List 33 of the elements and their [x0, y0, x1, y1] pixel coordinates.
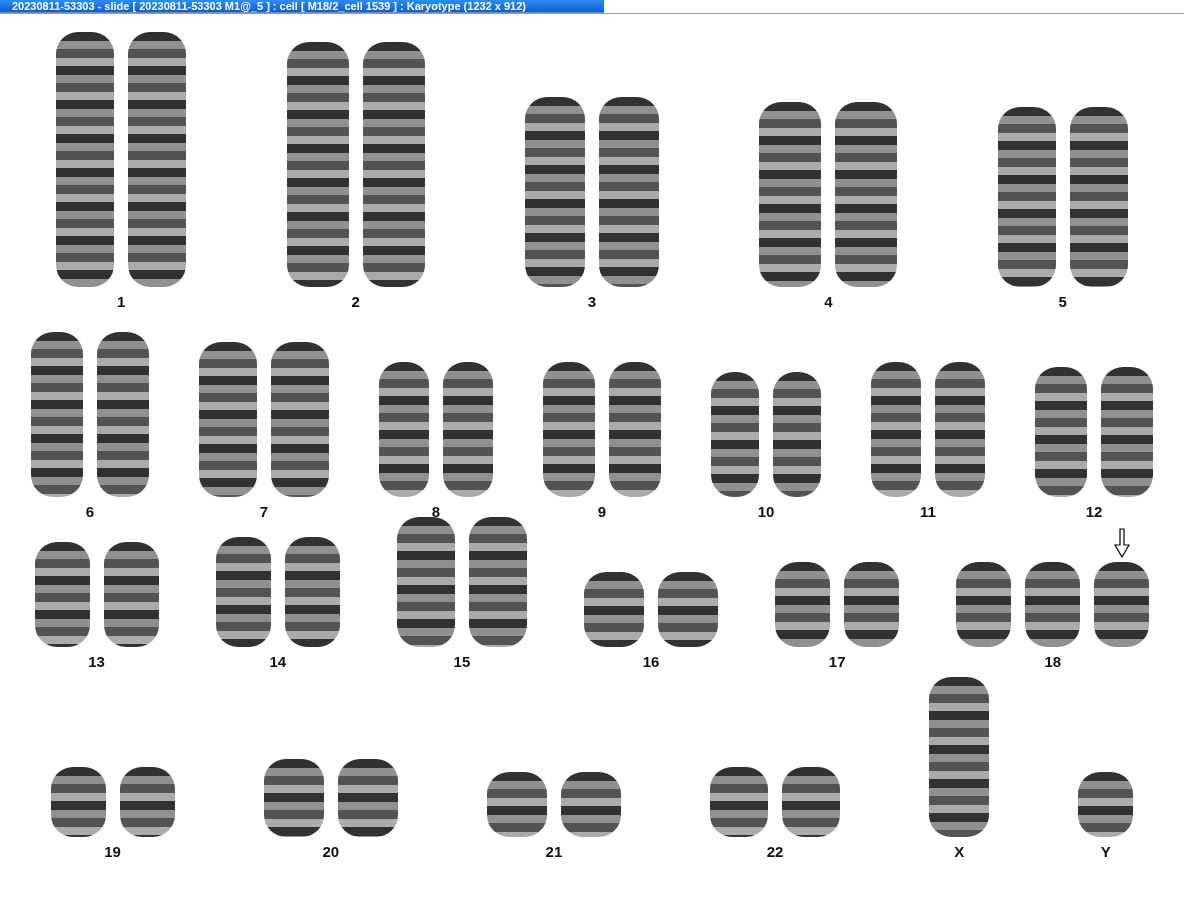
- chromosome-image: [486, 772, 547, 837]
- chromosome-number: 15: [453, 653, 471, 670]
- window-title: 20230811-53303 - slide [ 20230811-53303 M1@_5 ] : cell [ M18/2_cell 1539 ] : Karyotype (1232 x 912): [12, 0, 526, 13]
- chromosome-number: 7: [259, 503, 269, 520]
- chromosome-number: 20: [322, 843, 340, 860]
- chromosome-image: [119, 767, 175, 837]
- chromosome-number: 10: [757, 503, 775, 520]
- chromosome-image: [1078, 772, 1134, 837]
- chromosome-number: 14: [269, 653, 287, 670]
- chromosome-number: 3: [587, 293, 597, 310]
- chromosome-number: Y: [1100, 843, 1111, 860]
- chromosome-number: 9: [597, 503, 607, 520]
- chromosome-image: [50, 767, 106, 837]
- chromosome-number: 21: [545, 843, 563, 860]
- chromosome-number: 2: [351, 293, 360, 310]
- chromosome-number: 6: [85, 503, 95, 520]
- chromosome-number: 17: [828, 653, 846, 670]
- chromosome-number: 4: [824, 293, 833, 310]
- chromosome-number: 11: [920, 503, 936, 520]
- chromosome-number: 8: [431, 503, 441, 520]
- chromosome-number: 13: [88, 653, 105, 670]
- chromosome-number: 12: [1085, 503, 1103, 520]
- chromosome-number: 16: [642, 653, 660, 670]
- chromosome-number: 5: [1058, 293, 1067, 310]
- chromosome-image: [782, 767, 841, 837]
- arrow-icon: [1113, 528, 1130, 558]
- chromosome-number: 22: [766, 843, 784, 860]
- chromosome-number: 18: [1044, 653, 1062, 670]
- chromosome-number: X: [954, 843, 965, 860]
- chromosome-number: 19: [104, 843, 121, 860]
- chromosome-number: 1: [117, 293, 126, 310]
- chromosome-image: [710, 767, 769, 837]
- chromosome-image: [560, 772, 621, 837]
